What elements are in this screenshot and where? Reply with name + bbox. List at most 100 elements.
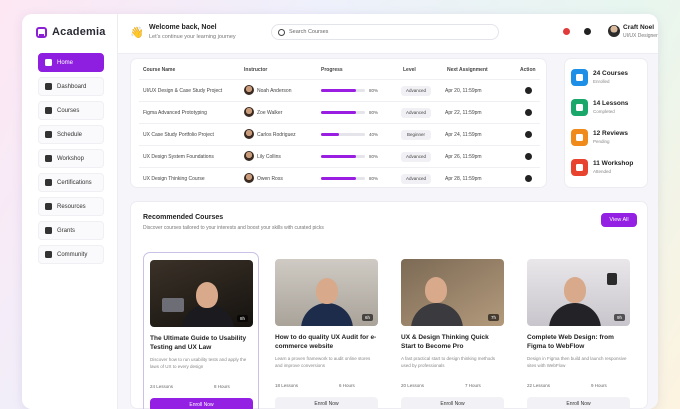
sidebar-item-label: Workshop [57, 155, 84, 162]
logo[interactable]: Academia [36, 26, 106, 38]
table-row[interactable]: UX Design System Foundations Lily Collin… [139, 145, 540, 167]
stat-workshop[interactable]: 11 Workshop Attended [571, 157, 645, 179]
action-button[interactable] [525, 153, 532, 160]
view-all-button[interactable]: View All [601, 213, 637, 227]
sidebar-item-resources[interactable]: Resources [38, 197, 104, 216]
sidebar-item-community[interactable]: Community [38, 245, 104, 264]
sidebar-nav: Home Dashboard Courses Schedule Workshop… [38, 53, 104, 269]
course-name: UI/UX Design & Case Study Project [143, 88, 223, 94]
sidebar-item-workshop[interactable]: Workshop [38, 149, 104, 168]
enroll-button[interactable]: Enroll Now [275, 397, 378, 409]
column-header: Level [403, 67, 416, 73]
table-row[interactable]: UI/UX Design & Case Study Project Noah A… [139, 79, 540, 101]
table-row[interactable]: Figma Advanced Prototyping Zoe Walker 80… [139, 101, 540, 123]
course-card[interactable]: 8h The Ultimate Guide to Usability Testi… [143, 252, 259, 409]
certificate-icon [45, 179, 52, 186]
instructor-name: Zoe Walker [257, 110, 283, 116]
table-row[interactable]: UX Case Study Portfolio Project Carlos R… [139, 123, 540, 145]
search-placeholder: Search Courses [289, 29, 329, 35]
sidebar-item-home[interactable]: Home [38, 53, 104, 72]
courses-icon [571, 69, 588, 86]
stat-value: 24 Courses [593, 70, 629, 77]
progress-fill [321, 155, 357, 158]
lesson-count: 20 Lessons [401, 383, 425, 388]
level-badge: Advanced [401, 174, 431, 184]
sidebar-item-courses[interactable]: Courses [38, 101, 104, 120]
user-info[interactable]: Craft Noel UI/UX Designer [623, 24, 658, 39]
action-button[interactable] [525, 87, 532, 94]
stat-value: 11 Workshop [593, 160, 634, 167]
section-subtitle: Discover courses tailored to your intere… [143, 225, 324, 231]
lessons-icon [571, 99, 588, 116]
instructor-name: Owen Ross [257, 176, 283, 182]
search-input[interactable]: Search Courses [271, 24, 499, 40]
welcome-subtitle: Let's continue your learning journey [149, 34, 236, 40]
table-row[interactable]: UX Design Thinking Course Owen Ross 80% … [139, 167, 540, 189]
next-assignment: Apr 24, 11:59pm [445, 132, 482, 138]
course-card[interactable]: 7h UX & Design Thinking Quick Start to B… [395, 252, 511, 409]
enroll-button[interactable]: Enroll Now [527, 397, 630, 409]
column-header: Action [520, 67, 536, 73]
stat-label: Attended [593, 169, 612, 174]
sidebar-item-label: Courses [57, 107, 80, 114]
enroll-button[interactable]: Enroll Now [150, 398, 253, 409]
progress-bar [321, 155, 365, 158]
action-button[interactable] [525, 109, 532, 116]
course-card[interactable]: 9h Complete Web Design: from Figma to We… [521, 252, 637, 409]
grant-icon [45, 227, 52, 234]
level-badge: Advanced [401, 108, 431, 118]
column-header: Progress [321, 67, 343, 73]
stat-label: Pending [593, 139, 610, 144]
home-icon [45, 59, 52, 66]
course-title: Complete Web Design: from Figma to WebFl… [527, 334, 614, 350]
progress-bar [321, 111, 365, 114]
stat-courses[interactable]: 24 Courses Enrolled [571, 67, 645, 89]
next-assignment: Apr 28, 11:59pm [445, 176, 482, 182]
course-duration: 8 Hours [214, 384, 230, 389]
column-header: Course Name [143, 67, 176, 73]
welcome-title: Welcome back, Noel [149, 24, 217, 31]
workshop-icon [571, 159, 588, 176]
column-header: Instructor [244, 67, 268, 73]
reviews-icon [571, 129, 588, 146]
sidebar-item-schedule[interactable]: Schedule [38, 125, 104, 144]
progress-fill [321, 89, 357, 92]
next-assignment: Apr 22, 11:59pm [445, 110, 482, 116]
duration-badge: 8h [236, 315, 248, 322]
sidebar-item-certifications[interactable]: Certifications [38, 173, 104, 192]
enroll-button[interactable]: Enroll Now [401, 397, 504, 409]
progress-value: 80% [369, 154, 379, 159]
stat-lessons[interactable]: 14 Lessons Completed [571, 97, 645, 119]
level-badge: Advanced [401, 86, 431, 96]
sidebar-item-grants[interactable]: Grants [38, 221, 104, 240]
course-description: Discover how to run usability tests and … [150, 357, 247, 369]
action-button[interactable] [525, 175, 532, 182]
progress-fill [321, 111, 357, 114]
progress-value: 80% [369, 88, 379, 93]
avatar[interactable] [608, 25, 620, 37]
course-card[interactable]: 6h How to do quality UX Audit for e-comm… [269, 252, 385, 409]
stats-panel: 24 Courses Enrolled 14 Lessons Completed… [564, 58, 648, 188]
app-name: Academia [52, 26, 106, 38]
sidebar-item-label: Schedule [57, 131, 83, 138]
course-title: How to do quality UX Audit for e-commerc… [275, 334, 377, 350]
course-thumbnail: 8h [150, 260, 253, 327]
calendar-icon [45, 131, 52, 138]
stat-reviews[interactable]: 12 Reviews Pending [571, 127, 645, 149]
sidebar-item-label: Dashboard [57, 83, 87, 90]
progress-bar [321, 89, 365, 92]
progress-fill [321, 133, 339, 136]
settings-icon[interactable] [584, 28, 591, 35]
course-thumbnail: 7h [401, 259, 504, 326]
book-icon [45, 107, 52, 114]
notification-icon[interactable] [563, 28, 570, 35]
instructor-name: Lily Collins [257, 154, 281, 160]
action-button[interactable] [525, 131, 532, 138]
sidebar: Academia Home Dashboard Courses Schedule… [22, 14, 118, 409]
course-name: Figma Advanced Prototyping [143, 110, 207, 116]
course-name: UX Design Thinking Course [143, 176, 205, 182]
progress-bar [321, 133, 365, 136]
instructor-avatar [244, 85, 254, 95]
section-title: Recommended Courses [143, 214, 224, 221]
sidebar-item-dashboard[interactable]: Dashboard [38, 77, 104, 96]
